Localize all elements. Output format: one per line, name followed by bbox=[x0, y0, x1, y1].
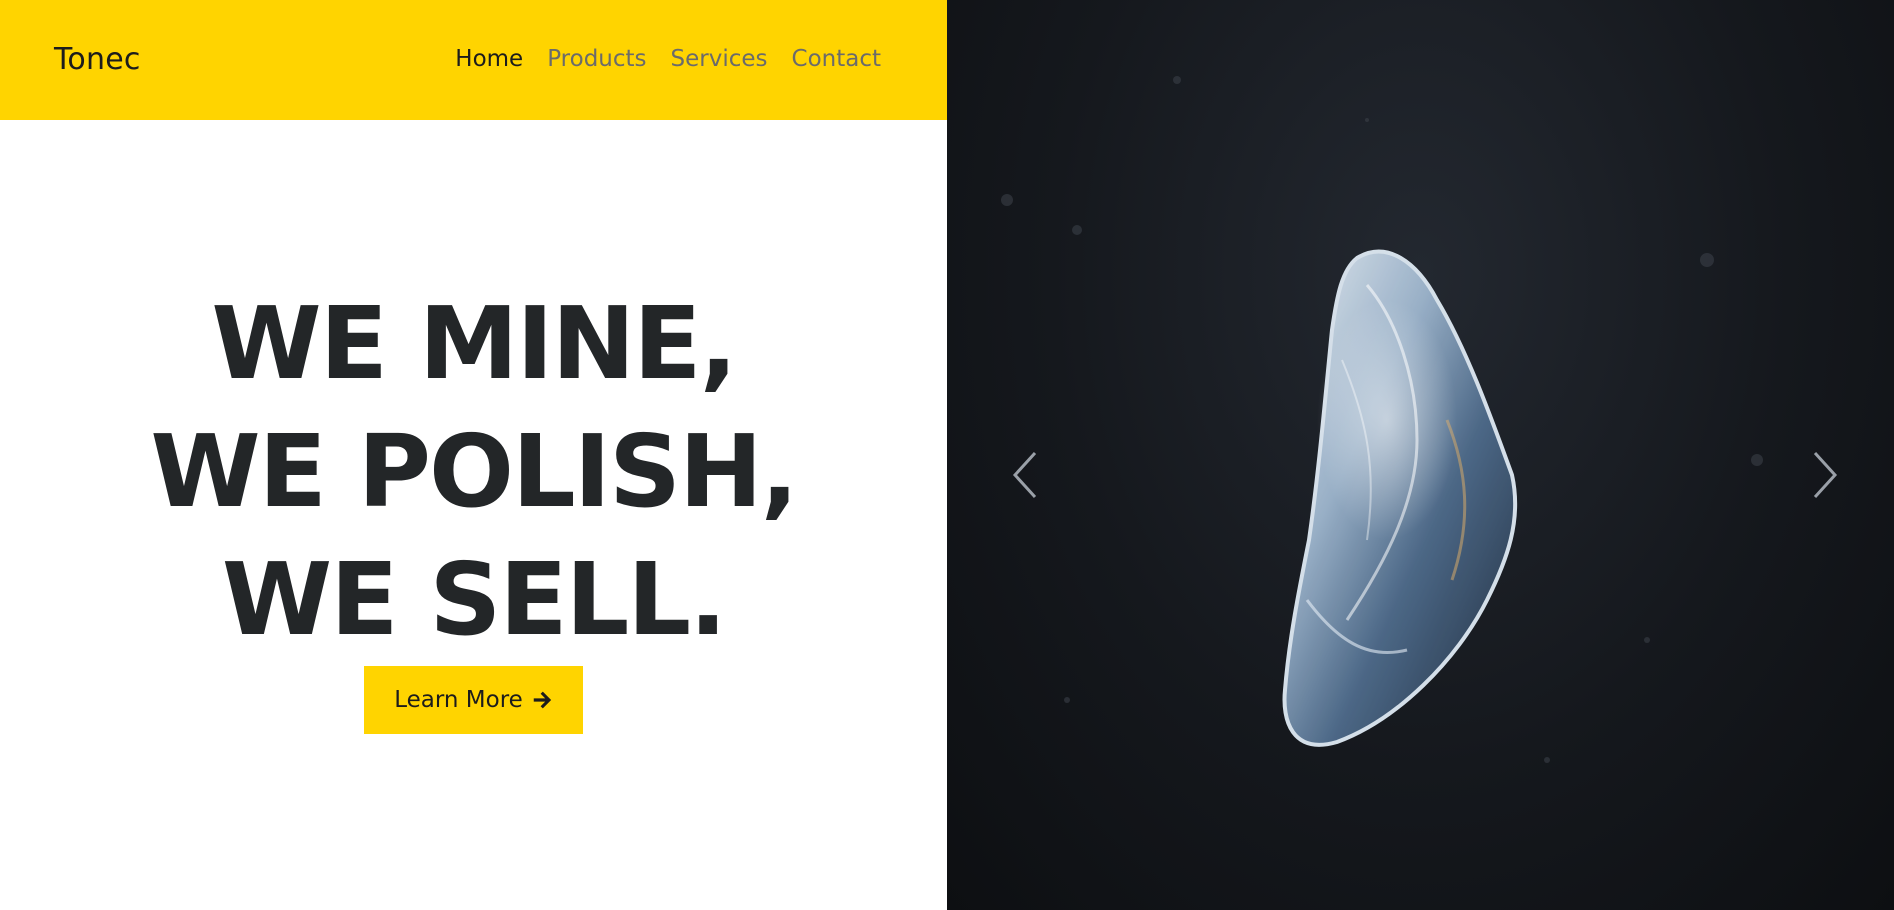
nav-item-home[interactable]: Home bbox=[455, 46, 523, 72]
navbar: Tonec Home Products Services Contact bbox=[0, 0, 947, 120]
crystal-image bbox=[1001, 76, 1763, 763]
learn-more-button[interactable]: Learn More bbox=[364, 666, 583, 734]
nav-item-products[interactable]: Products bbox=[547, 46, 646, 72]
main-nav: Home Products Services Contact bbox=[455, 46, 881, 72]
chevron-right-icon[interactable] bbox=[1805, 445, 1845, 505]
hero-line-1: WE MINE, bbox=[211, 285, 737, 402]
chevron-left-icon[interactable] bbox=[1005, 445, 1045, 505]
arrow-right-icon bbox=[533, 691, 551, 709]
hero-carousel bbox=[947, 0, 1894, 910]
nav-item-contact[interactable]: Contact bbox=[792, 46, 881, 72]
hero-line-3: WE SELL. bbox=[221, 541, 727, 658]
nav-item-services[interactable]: Services bbox=[671, 46, 768, 72]
hero-left-panel: Tonec Home Products Services Contact WE … bbox=[0, 0, 947, 910]
hero-headline: WE MINE, WE POLISH, WE SELL. bbox=[0, 280, 947, 664]
brand-logo[interactable]: Tonec bbox=[54, 42, 141, 77]
hero-line-2: WE POLISH, bbox=[150, 413, 798, 530]
learn-more-label: Learn More bbox=[394, 687, 523, 713]
